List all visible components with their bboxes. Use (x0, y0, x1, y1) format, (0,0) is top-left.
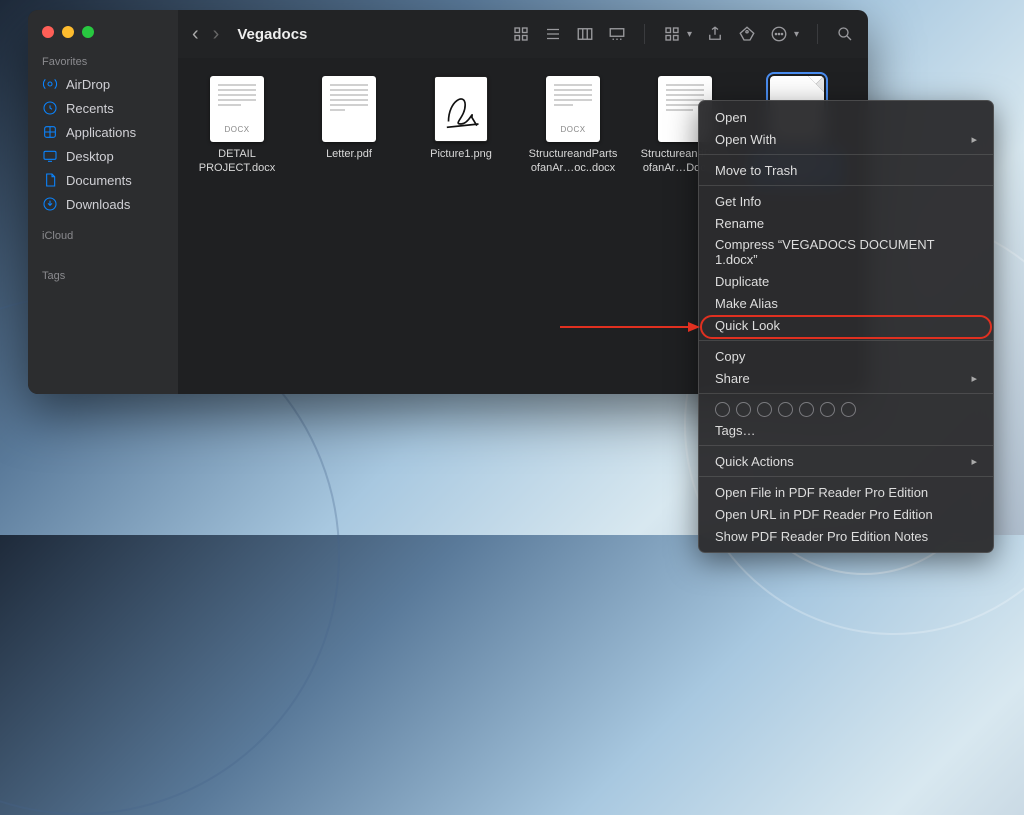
tag-color-circle[interactable] (778, 402, 793, 417)
file-type-badge: DOCX (546, 125, 600, 134)
menu-item-open-pdf-reader[interactable]: Open File in PDF Reader Pro Edition (699, 481, 993, 503)
chevron-right-icon: ▸ (971, 455, 977, 468)
forward-button[interactable]: › (213, 23, 220, 46)
file-name: StructureandPartsofanAr…oc..docx (526, 148, 620, 176)
file-type-badge: DOCX (210, 125, 264, 134)
file-name: DETAIL PROJECT.docx (190, 148, 284, 176)
chevron-right-icon: ▸ (971, 133, 977, 146)
clock-icon (42, 100, 58, 116)
menu-item-get-info[interactable]: Get Info (699, 190, 993, 212)
sidebar-item-label: Downloads (66, 197, 130, 212)
sidebar-item-airdrop[interactable]: AirDrop (28, 72, 178, 96)
sidebar-item-recents[interactable]: Recents (28, 96, 178, 120)
menu-item-open-url-pdf-reader[interactable]: Open URL in PDF Reader Pro Edition (699, 503, 993, 525)
menu-separator (699, 185, 993, 186)
sidebar-item-label: Documents (66, 173, 132, 188)
menu-item-open[interactable]: Open (699, 106, 993, 128)
menu-separator (699, 393, 993, 394)
list-view-button[interactable] (544, 25, 562, 43)
file-thumbnail (322, 76, 376, 142)
applications-icon (42, 124, 58, 140)
column-view-button[interactable] (576, 25, 594, 43)
minimize-window-button[interactable] (62, 26, 74, 38)
window-title: Vegadocs (237, 26, 307, 43)
airdrop-icon (42, 76, 58, 92)
file-name: Picture1.png (430, 148, 492, 162)
menu-separator (699, 476, 993, 477)
window-controls (28, 16, 178, 52)
tag-color-circle[interactable] (820, 402, 835, 417)
file-item[interactable]: Letter.pdf (302, 76, 396, 162)
sidebar-item-desktop[interactable]: Desktop (28, 144, 178, 168)
sidebar-section-icloud: iCloud (28, 226, 178, 246)
icon-view-button[interactable] (512, 25, 530, 43)
sidebar-section-favorites: Favorites (28, 52, 178, 72)
fullscreen-window-button[interactable] (82, 26, 94, 38)
document-icon (42, 172, 58, 188)
search-button[interactable] (836, 25, 854, 43)
sidebar-item-label: Recents (66, 101, 114, 116)
download-icon (42, 196, 58, 212)
menu-item-tags[interactable]: Tags… (699, 419, 993, 441)
share-button[interactable] (706, 25, 724, 43)
menu-item-quick-look[interactable]: Quick Look (699, 314, 993, 336)
file-item[interactable]: DOCX DETAIL PROJECT.docx (190, 76, 284, 176)
gallery-view-button[interactable] (608, 25, 626, 43)
file-thumbnail (434, 76, 488, 142)
chevron-down-icon: ▾ (794, 29, 799, 40)
chevron-down-icon: ▾ (687, 29, 692, 40)
more-button[interactable] (770, 25, 788, 43)
sidebar-item-applications[interactable]: Applications (28, 120, 178, 144)
menu-item-compress[interactable]: Compress “VEGADOCS DOCUMENT 1.docx” (699, 234, 993, 270)
sidebar-item-downloads[interactable]: Downloads (28, 192, 178, 216)
menu-item-rename[interactable]: Rename (699, 212, 993, 234)
group-by-button[interactable] (663, 25, 681, 43)
tag-color-circle[interactable] (841, 402, 856, 417)
sidebar-item-label: Desktop (66, 149, 114, 164)
toolbar: ‹ › Vegadocs ▾ ▾ (178, 10, 868, 58)
menu-item-move-to-trash[interactable]: Move to Trash (699, 159, 993, 181)
chevron-right-icon: ▸ (971, 372, 977, 385)
menu-separator (699, 154, 993, 155)
menu-item-open-with[interactable]: Open With▸ (699, 128, 993, 150)
file-thumbnail: DOCX (546, 76, 600, 142)
menu-separator (699, 445, 993, 446)
context-menu: Open Open With▸ Move to Trash Get Info R… (698, 100, 994, 553)
file-name: Letter.pdf (326, 148, 372, 162)
menu-tag-colors (699, 398, 993, 419)
sidebar: Favorites AirDrop Recents Applications D… (28, 10, 178, 394)
file-item[interactable]: DOCX StructureandPartsofanAr…oc..docx (526, 76, 620, 176)
tags-button[interactable] (738, 25, 756, 43)
menu-item-share[interactable]: Share▸ (699, 367, 993, 389)
tag-color-circle[interactable] (799, 402, 814, 417)
tag-color-circle[interactable] (757, 402, 772, 417)
file-item[interactable]: Picture1.png (414, 76, 508, 162)
menu-item-copy[interactable]: Copy (699, 345, 993, 367)
tag-color-circle[interactable] (715, 402, 730, 417)
menu-item-duplicate[interactable]: Duplicate (699, 270, 993, 292)
menu-item-make-alias[interactable]: Make Alias (699, 292, 993, 314)
sidebar-section-tags: Tags (28, 266, 178, 286)
file-thumbnail: DOCX (210, 76, 264, 142)
desktop-icon (42, 148, 58, 164)
tag-color-circle[interactable] (736, 402, 751, 417)
menu-separator (699, 340, 993, 341)
menu-item-show-pdf-notes[interactable]: Show PDF Reader Pro Edition Notes (699, 525, 993, 547)
sidebar-item-documents[interactable]: Documents (28, 168, 178, 192)
close-window-button[interactable] (42, 26, 54, 38)
sidebar-item-label: AirDrop (66, 77, 110, 92)
back-button[interactable]: ‹ (192, 23, 199, 46)
menu-item-quick-actions[interactable]: Quick Actions▸ (699, 450, 993, 472)
sidebar-item-label: Applications (66, 125, 136, 140)
signature-icon (435, 77, 487, 141)
